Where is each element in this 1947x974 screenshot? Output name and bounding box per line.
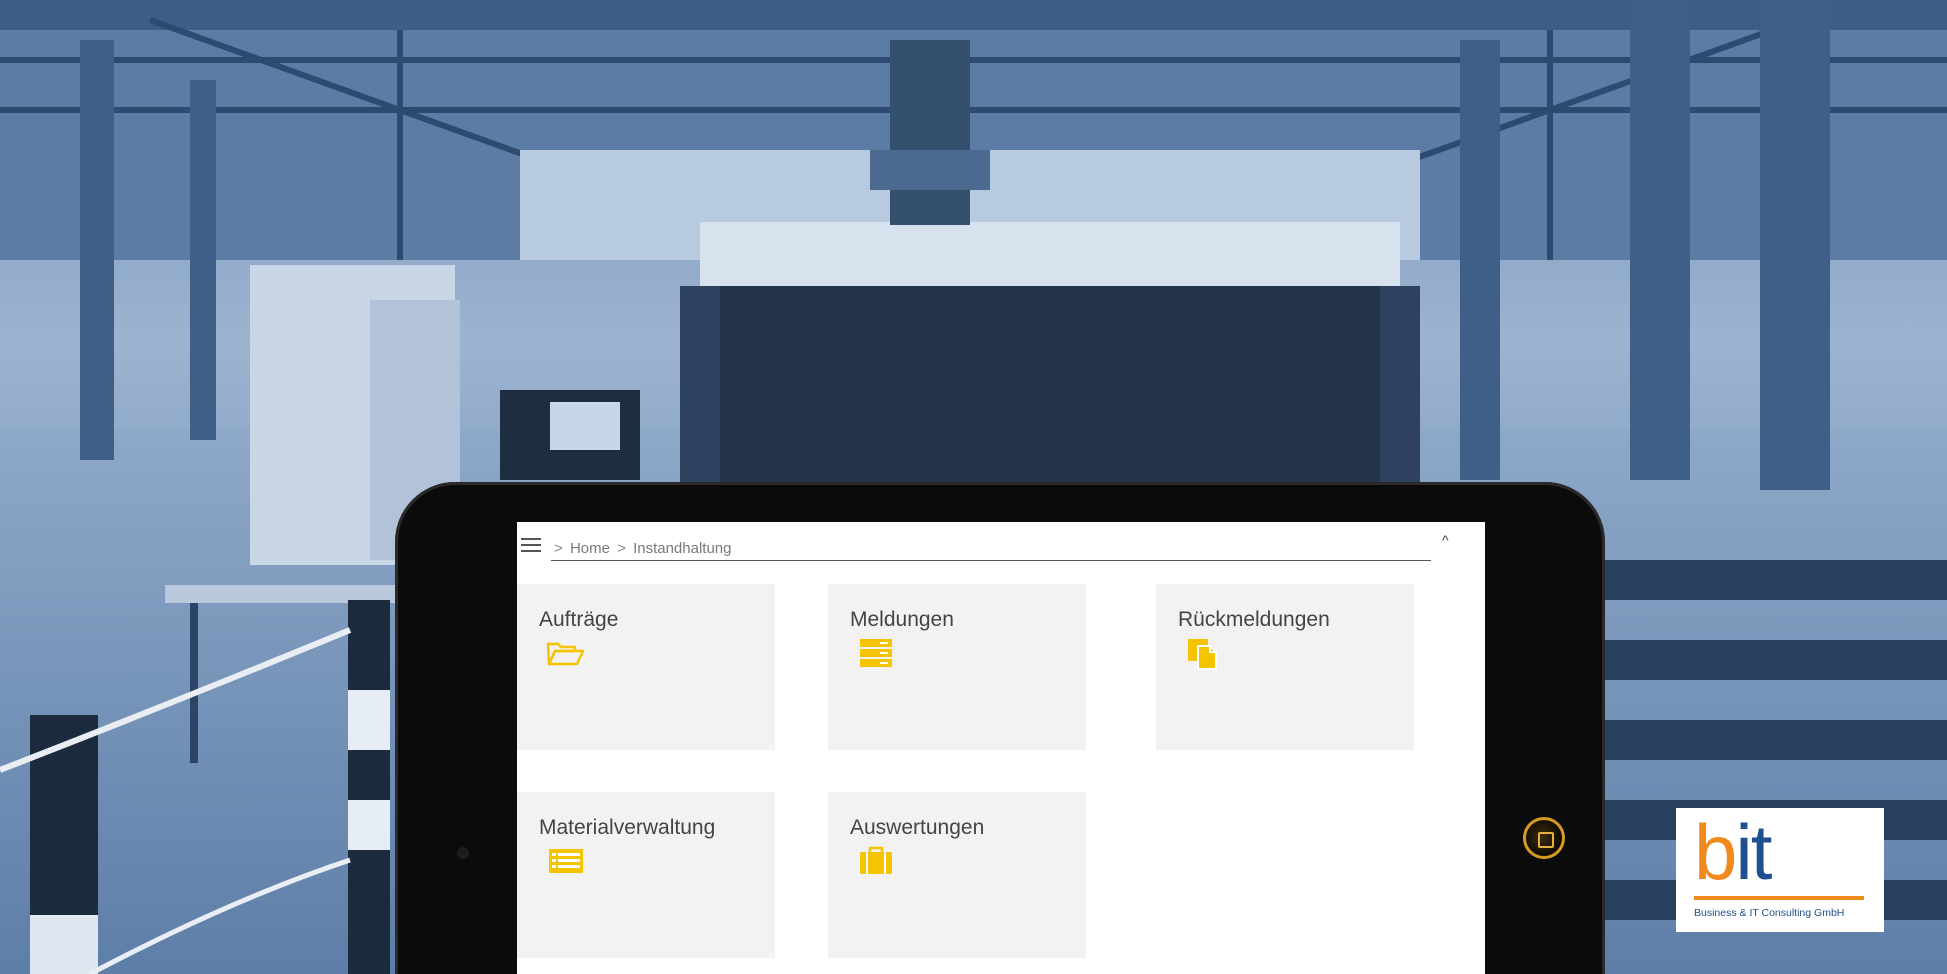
tile-rueckmeldungen[interactable]: Rückmeldungen bbox=[1156, 584, 1414, 750]
tile-label: Auswertungen bbox=[850, 816, 985, 839]
company-logo: bit Business & IT Consulting GmbH bbox=[1676, 808, 1884, 932]
breadcrumb-item-home[interactable]: Home bbox=[570, 540, 610, 557]
breadcrumb-separator: > bbox=[617, 540, 626, 557]
briefcase-icon bbox=[860, 846, 892, 874]
home-square-icon bbox=[1538, 832, 1554, 848]
breadcrumb: > Home > Instandhaltung bbox=[551, 540, 1431, 561]
server-stack-icon bbox=[860, 639, 892, 667]
logo-wordmark: bit bbox=[1694, 812, 1772, 892]
hamburger-menu-icon[interactable] bbox=[521, 538, 541, 552]
tile-auftraege[interactable]: Aufträge bbox=[517, 584, 775, 750]
chevron-up-icon[interactable]: ^ bbox=[1442, 532, 1449, 548]
logo-subtitle: Business & IT Consulting GmbH bbox=[1694, 907, 1845, 919]
logo-letter-t: t bbox=[1750, 808, 1773, 896]
tile-label: Meldungen bbox=[850, 608, 954, 631]
scene: > Home > Instandhaltung ^ Aufträge Meldu… bbox=[0, 0, 1947, 974]
tile-auswertungen[interactable]: Auswertungen bbox=[828, 792, 1086, 958]
tile-label: Rückmeldungen bbox=[1178, 608, 1330, 631]
list-table-icon bbox=[549, 849, 583, 873]
logo-letter-i: i bbox=[1735, 808, 1752, 896]
tile-meldungen[interactable]: Meldungen bbox=[828, 584, 1086, 750]
tile-label: Aufträge bbox=[539, 608, 619, 631]
home-button-icon[interactable] bbox=[1523, 817, 1565, 859]
camera-icon bbox=[457, 847, 469, 859]
folder-open-icon bbox=[546, 642, 585, 666]
tablet-screen: > Home > Instandhaltung ^ Aufträge Meldu… bbox=[517, 522, 1485, 974]
documents-icon bbox=[1188, 639, 1217, 670]
tablet-device: > Home > Instandhaltung ^ Aufträge Meldu… bbox=[395, 482, 1605, 974]
top-bar: > Home > Instandhaltung ^ bbox=[517, 522, 1485, 566]
logo-letter-b: b bbox=[1694, 808, 1737, 896]
breadcrumb-separator: > bbox=[554, 540, 563, 557]
tile-label: Materialverwaltung bbox=[539, 816, 716, 839]
tile-materialverwaltung[interactable]: Materialverwaltung bbox=[517, 792, 775, 958]
breadcrumb-item-instandhaltung[interactable]: Instandhaltung bbox=[633, 540, 731, 557]
logo-divider bbox=[1694, 896, 1864, 900]
